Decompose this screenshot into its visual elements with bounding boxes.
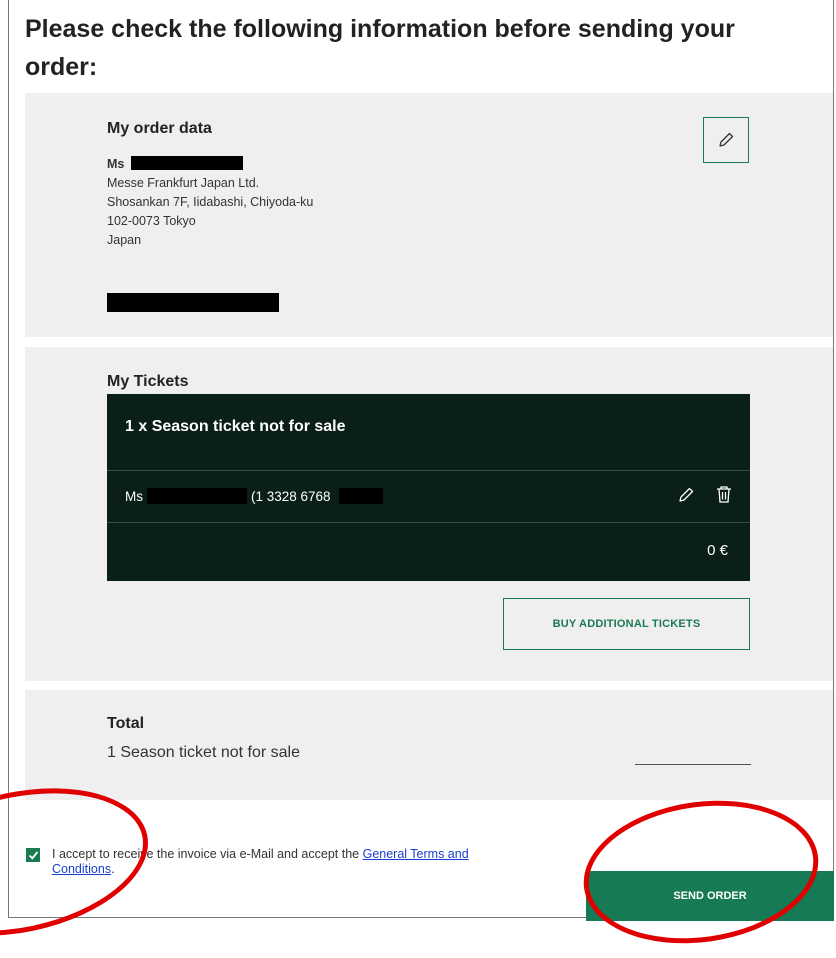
- accept-terms-label: I accept to receive the invoice via e-Ma…: [52, 847, 363, 861]
- redacted-holder-number: [338, 488, 383, 504]
- address-street: Shosankan 7F, Iidabashi, Chiyoda-ku: [107, 195, 314, 209]
- tickets-title: My Tickets: [107, 373, 189, 390]
- accept-terms-text: I accept to receive the invoice via e-Ma…: [52, 847, 522, 877]
- buy-additional-tickets-button[interactable]: BUY ADDITIONAL TICKETS: [503, 598, 750, 650]
- holder-salutation: Ms: [125, 488, 143, 504]
- trash-icon: [717, 486, 731, 503]
- holder-number: (1 3328 6768: [251, 488, 331, 504]
- ticket-card: 1 x Season ticket not for sale Ms (1 332…: [107, 394, 750, 581]
- address-company: Messe Frankfurt Japan Ltd.: [107, 176, 260, 190]
- divider: [107, 470, 750, 471]
- accept-terms-checkbox[interactable]: [26, 848, 40, 862]
- total-line-item: 1 Season ticket not for sale: [107, 744, 300, 761]
- total-panel: Total 1 Season ticket not for sale: [25, 690, 833, 800]
- send-order-button[interactable]: SEND ORDER: [586, 871, 834, 921]
- accept-period: .: [111, 862, 115, 876]
- edit-ticket-button[interactable]: [677, 486, 695, 509]
- redacted-holder-name: [147, 488, 247, 504]
- order-data-title: My order data: [107, 120, 212, 137]
- page-title: Please check the following information b…: [25, 15, 735, 81]
- pencil-icon: [679, 487, 694, 502]
- delete-ticket-button[interactable]: [715, 485, 733, 509]
- redacted-email: [107, 293, 279, 312]
- tickets-panel: My Tickets 1 x Season ticket not for sal…: [25, 347, 833, 681]
- edit-order-data-button[interactable]: [703, 117, 749, 163]
- ticket-title: 1 x Season ticket not for sale: [125, 418, 346, 435]
- address-country: Japan: [107, 233, 142, 247]
- total-title: Total: [107, 715, 145, 732]
- address-postal-city: 102-0073 Tokyo: [107, 214, 196, 228]
- check-icon: [28, 850, 38, 860]
- order-data-panel: My order data Ms Messe Frankfurt Japan L…: [25, 93, 833, 337]
- order-address: Ms Messe Frankfurt Japan Ltd. Shosankan …: [107, 155, 313, 250]
- total-amount-underline: [635, 764, 751, 765]
- address-salutation: Ms: [107, 157, 125, 171]
- redacted-name: [130, 156, 243, 170]
- pencil-icon: [719, 132, 734, 147]
- divider: [107, 522, 750, 523]
- ticket-holder-row: Ms (1 3328 6768: [125, 488, 383, 504]
- ticket-price: 0 €: [707, 542, 728, 559]
